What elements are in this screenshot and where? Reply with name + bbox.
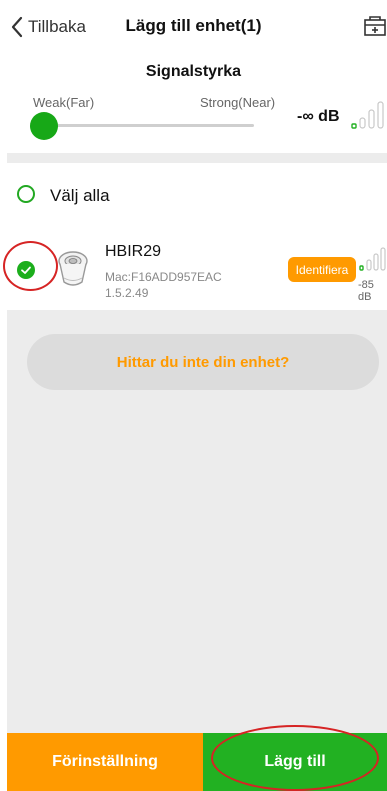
signal-bars-icon xyxy=(351,100,387,130)
device-version: 1.5.2.49 xyxy=(105,286,149,300)
strong-label: Strong(Near) xyxy=(200,95,276,110)
identify-button[interactable]: Identifiera xyxy=(288,257,356,282)
signal-strength-title: Signalstyrka xyxy=(145,63,242,80)
sensor-device-image xyxy=(56,248,90,290)
select-all-label[interactable]: Välj alla xyxy=(50,186,110,206)
section-divider xyxy=(7,153,387,163)
signal-db-value: -∞ dB xyxy=(297,108,340,125)
signal-slider-handle[interactable] xyxy=(30,112,58,140)
device-not-found-button[interactable]: Hittar du inte din enhet? xyxy=(27,334,379,390)
page-title: Lägg till enhet(1) xyxy=(125,16,262,35)
device-checkbox[interactable] xyxy=(17,261,35,279)
device-name: HBIR29 xyxy=(105,243,162,260)
toolbox-add-icon xyxy=(364,16,386,36)
toolbox-add-button[interactable] xyxy=(359,12,387,40)
checkmark-icon xyxy=(21,266,31,274)
signal-slider-track[interactable] xyxy=(42,124,254,127)
annotation-circle-add xyxy=(211,725,379,791)
select-all-checkbox[interactable] xyxy=(17,185,35,203)
device-signal-icon xyxy=(359,246,387,272)
weak-label: Weak(Far) xyxy=(33,95,95,110)
device-rssi: -85 dB xyxy=(358,279,374,303)
preset-button[interactable]: Förinställning xyxy=(7,733,203,791)
device-mac: Mac:F16ADD957EAC xyxy=(105,270,222,284)
header-bar: Tillbaka Lägg till enhet(1) xyxy=(0,0,387,56)
